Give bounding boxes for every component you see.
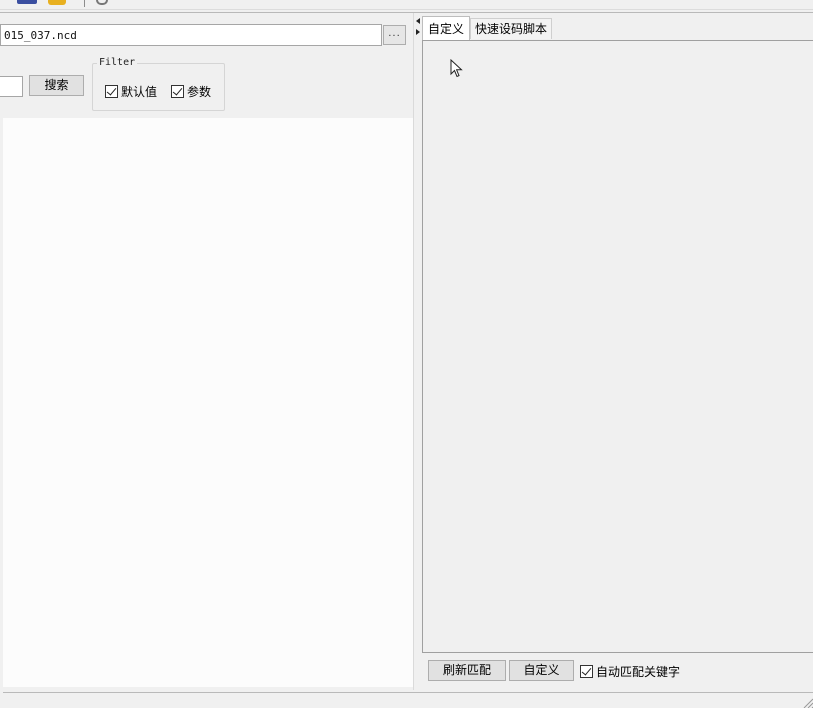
expand-right-icon[interactable] — [416, 29, 420, 35]
checkbox-checked-icon[interactable] — [105, 85, 118, 98]
filter-legend: Filter — [97, 57, 138, 69]
refresh-icon[interactable] — [96, 0, 108, 5]
checkbox-checked-icon[interactable] — [580, 665, 593, 678]
results-list[interactable] — [3, 118, 413, 687]
toolbar-separator — [84, 0, 85, 7]
left-panel: 015_037.ncd ... 搜索 Filter 默认值 参数 — [0, 13, 414, 690]
params-label: 参数 — [187, 85, 212, 99]
folder-icon[interactable] — [48, 0, 66, 5]
auto-match-label: 自动匹配关键字 — [596, 665, 681, 679]
mouse-cursor-icon — [450, 59, 463, 78]
toolbar — [0, 0, 813, 10]
tab-quick-script[interactable]: 快速设码脚本 — [470, 18, 553, 39]
search-input[interactable] — [0, 76, 23, 97]
default-value-checkbox[interactable]: 默认值 — [105, 83, 157, 100]
right-panel: 自定义 快速设码脚本 刷新匹配 自定义 自动匹配关键字 — [421, 13, 813, 690]
collapse-left-icon[interactable] — [416, 18, 420, 24]
panel-splitter[interactable] — [414, 13, 421, 690]
default-value-label: 默认值 — [121, 85, 158, 99]
custom-button[interactable]: 自定义 — [509, 660, 574, 681]
resize-grip-icon[interactable] — [801, 698, 813, 708]
tab-custom[interactable]: 自定义 — [422, 16, 471, 40]
params-checkbox[interactable]: 参数 — [171, 83, 211, 100]
status-bar — [0, 693, 813, 708]
file-path-field[interactable]: 015_037.ncd — [0, 24, 382, 46]
filter-group: Filter 默认值 参数 — [92, 57, 225, 111]
auto-match-checkbox[interactable]: 自动匹配关键字 — [580, 663, 680, 680]
grid-icon[interactable] — [17, 0, 37, 4]
refresh-match-button[interactable]: 刷新匹配 — [428, 660, 506, 681]
checkbox-checked-icon[interactable] — [171, 85, 184, 98]
browse-button[interactable]: ... — [383, 25, 406, 45]
custom-tab-content[interactable] — [422, 40, 813, 653]
search-button[interactable]: 搜索 — [29, 75, 84, 96]
